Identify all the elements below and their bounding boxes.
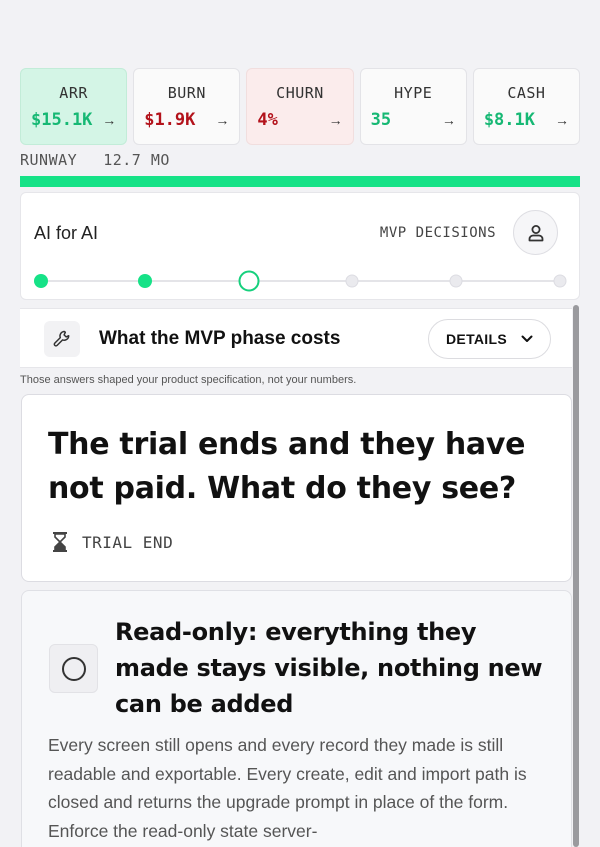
stat-label: CASH <box>507 83 546 102</box>
hourglass-icon <box>53 532 67 552</box>
user-icon <box>528 224 543 241</box>
runway-value: 12.7 MO <box>103 151 170 169</box>
step-dot-current <box>238 270 260 292</box>
stat-value: $1.9K <box>144 109 196 130</box>
project-title: AI for AI <box>34 223 99 243</box>
details-label: DETAILS <box>446 331 507 347</box>
cost-card-title: What the MVP phase costs <box>99 328 341 349</box>
stat-burn: BURN $1.9K → <box>133 68 241 145</box>
step-dot-done <box>34 274 48 288</box>
phase-cost-card: What the MVP phase costs DETAILS <box>20 308 572 368</box>
tag-label: TRIAL END <box>82 532 174 552</box>
stat-value: 35 <box>370 109 392 130</box>
radio-container[interactable] <box>49 644 98 693</box>
stat-label: BURN <box>167 83 206 102</box>
scrollbar[interactable] <box>573 305 579 847</box>
question-card: The trial ends and they have not paid. W… <box>21 394 572 582</box>
arrow-right-icon: → <box>441 111 456 128</box>
stat-value: $8.1K <box>483 109 535 130</box>
wrench-icon <box>44 321 80 357</box>
runway-label: RUNWAY <box>20 151 78 169</box>
stats-bar: ARR $15.1K → BURN $1.9K → CHURN 4% → HYP… <box>20 68 581 145</box>
arrow-right-icon: → <box>328 111 343 128</box>
step-dot-todo <box>345 274 359 288</box>
step-dot-todo <box>553 274 567 288</box>
question-text: The trial ends and they have not paid. W… <box>48 427 526 506</box>
stat-label: ARR <box>59 83 88 102</box>
stat-value: $15.1K <box>31 109 93 130</box>
info-note: Those answers shaped your product specif… <box>20 374 357 386</box>
step-track <box>41 280 561 282</box>
step-dot-todo <box>449 274 463 288</box>
question-tag: TRIAL END <box>52 531 173 553</box>
runway-readout: RUNWAY 12.7 MO <box>20 151 170 169</box>
phase-label: MVP DECISIONS <box>379 225 496 241</box>
answer-option[interactable]: Read-only: everything they made stays vi… <box>21 590 572 847</box>
stat-arr: ARR $15.1K → <box>20 68 128 145</box>
arrow-right-icon: → <box>555 111 570 128</box>
radio-button[interactable] <box>61 656 86 681</box>
option-title: Read-only: everything they made stays vi… <box>115 618 543 718</box>
runway-progress-bar <box>20 176 580 187</box>
phase-progress-card: AI for AI MVP DECISIONS <box>20 192 580 300</box>
profile-button[interactable] <box>513 210 558 255</box>
option-description: Every screen still opens and every recor… <box>48 735 527 841</box>
stat-hype: HYPE 35 → <box>359 68 467 145</box>
stat-churn: CHURN 4% → <box>246 68 354 145</box>
chevron-down-icon <box>521 335 533 342</box>
arrow-right-icon: → <box>102 111 117 128</box>
stat-cash: CASH $8.1K → <box>472 68 581 145</box>
stat-label: CHURN <box>276 83 324 102</box>
step-dot-done <box>137 274 152 288</box>
arrow-right-icon: → <box>215 111 230 128</box>
stat-label: HYPE <box>394 83 433 102</box>
details-button[interactable]: DETAILS <box>428 319 551 359</box>
stat-value: 4% <box>257 109 278 130</box>
